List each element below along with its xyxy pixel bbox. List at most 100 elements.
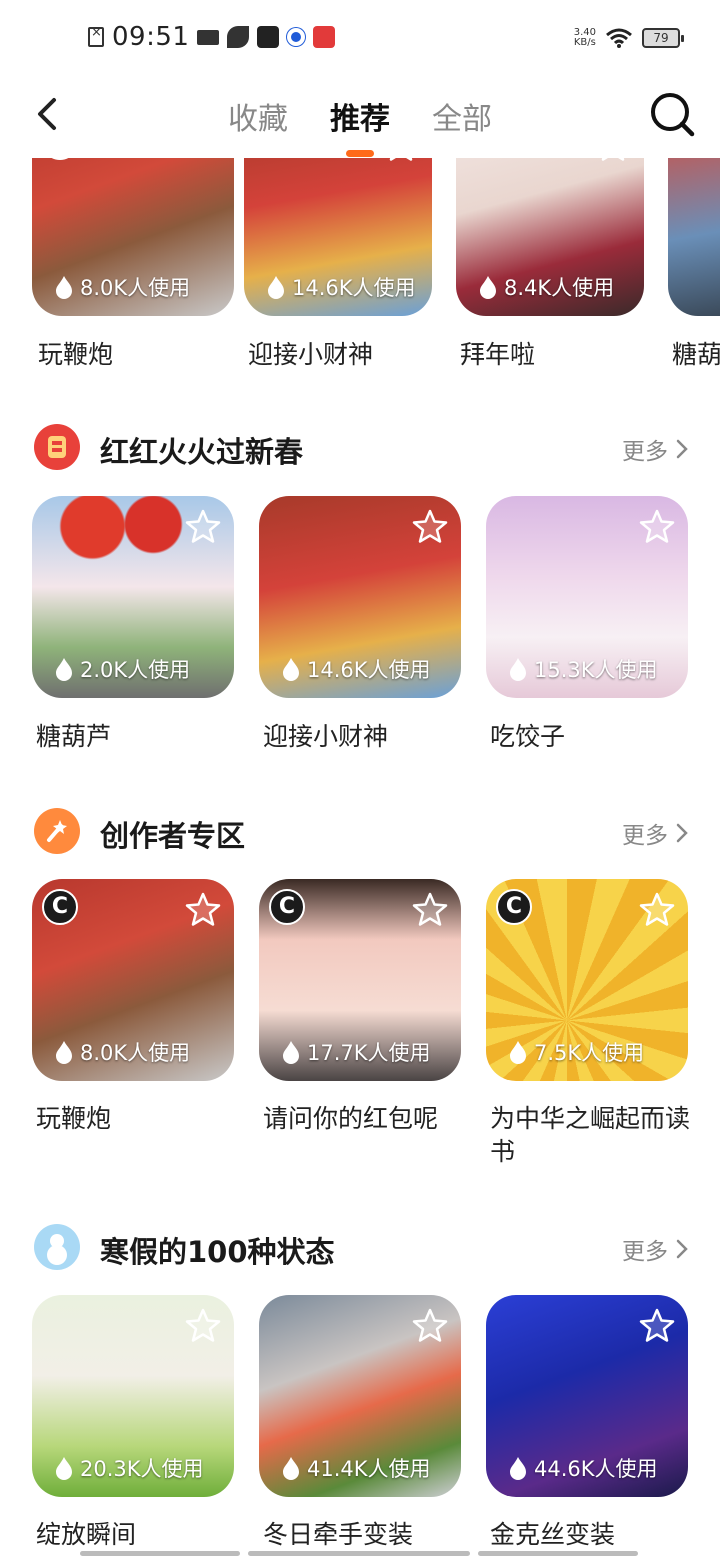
favorite-star-icon[interactable] — [411, 508, 449, 546]
favorite-star-icon[interactable] — [638, 891, 676, 929]
flame-icon — [283, 1041, 299, 1064]
section-title: 创作者专区 — [100, 819, 246, 853]
usage-text: 2.0K人使用 — [80, 658, 191, 682]
effect-card-thumb[interactable]: C 17.7K人使用 — [259, 879, 461, 1081]
effect-card-thumb[interactable]: C 7.5K人使用 — [486, 879, 688, 1081]
favorite-star-icon[interactable] — [184, 508, 222, 546]
creator-badge-icon: C — [269, 889, 305, 925]
effect-card-thumb[interactable]: 14.6K人使用 — [244, 158, 432, 316]
status-bar: 09:51 3.40 KB/s 79 — [0, 0, 720, 78]
effect-card-title[interactable]: 糖葫 — [672, 338, 720, 371]
more-link[interactable]: 更多 — [622, 432, 688, 466]
effect-card-thumb[interactable]: 15.3K人使用 — [486, 496, 688, 698]
usage-count: 20.3K人使用 — [54, 1453, 204, 1483]
favorite-star-icon[interactable] — [411, 1307, 449, 1345]
speed-unit: KB/s — [573, 37, 596, 48]
circle-app-icon — [287, 28, 306, 46]
flame-icon — [283, 658, 299, 681]
effect-card-thumb[interactable]: 14.6K人使用 — [259, 496, 461, 698]
favorite-star-icon[interactable] — [594, 158, 632, 164]
section-title: 寒假的100种状态 — [100, 1235, 335, 1269]
flame-icon — [480, 276, 496, 299]
usage-text: 8.4K人使用 — [504, 276, 615, 300]
file-icon — [88, 25, 104, 47]
usage-text: 15.3K人使用 — [534, 658, 658, 682]
usage-count: 41.4K人使用 — [281, 1453, 431, 1483]
flame-icon — [510, 658, 526, 681]
effect-card-thumb[interactable] — [668, 158, 720, 316]
flame-icon — [283, 1457, 299, 1480]
more-label: 更多 — [622, 1239, 668, 1265]
scroll-indicator — [478, 1551, 638, 1556]
usage-text: 17.7K人使用 — [307, 1041, 431, 1065]
favorite-star-icon[interactable] — [184, 1307, 222, 1345]
effect-card-title[interactable]: 绽放瞬间 — [36, 1518, 136, 1551]
active-tab-indicator — [346, 150, 374, 157]
effect-card-title[interactable]: 迎接小财神 — [248, 338, 373, 371]
flame-icon — [56, 1041, 72, 1064]
status-time: 09:51 — [112, 22, 190, 52]
red-app-icon — [313, 26, 336, 48]
search-icon[interactable] — [648, 90, 696, 138]
usage-count: 7.5K人使用 — [508, 1037, 644, 1067]
tab-recommended[interactable]: 推荐 — [330, 94, 390, 138]
section-title: 红红火火过新春 — [100, 435, 304, 469]
effect-card-thumb[interactable]: 20.3K人使用 — [32, 1295, 234, 1497]
favorite-star-icon[interactable] — [184, 891, 222, 929]
flame-icon — [56, 658, 72, 681]
effect-card-thumb[interactable]: C 8.0K人使用 — [32, 158, 234, 316]
more-label: 更多 — [622, 439, 668, 465]
effect-card-title[interactable]: 玩鞭炮 — [36, 1102, 111, 1135]
effect-card-title[interactable]: 金克丝变装 — [490, 1518, 615, 1551]
creator-badge-icon: C — [496, 889, 532, 925]
usage-text: 7.5K人使用 — [534, 1041, 645, 1065]
creator-icon — [34, 808, 80, 854]
effect-card-title[interactable]: 冬日牵手变装 — [263, 1518, 413, 1551]
top-nav: 收藏 推荐 全部 — [0, 80, 720, 158]
flame-icon — [56, 276, 72, 299]
more-link[interactable]: 更多 — [622, 1232, 688, 1266]
content-scroll[interactable]: C 8.0K人使用 玩鞭炮 14.6K人使用 迎接小财神 8.4K人使用 拜年啦… — [0, 158, 720, 1560]
usage-text: 8.0K人使用 — [80, 276, 191, 300]
favorite-star-icon[interactable] — [382, 158, 420, 164]
network-speed: 3.40 KB/s — [574, 28, 596, 48]
effect-card-thumb[interactable]: 41.4K人使用 — [259, 1295, 461, 1497]
usage-count: 14.6K人使用 — [266, 272, 416, 302]
scroll-indicator — [80, 1551, 240, 1556]
effect-card-thumb[interactable]: C 8.0K人使用 — [32, 879, 234, 1081]
effect-card-thumb[interactable]: 8.4K人使用 — [456, 158, 644, 316]
effect-card-title[interactable]: 玩鞭炮 — [38, 338, 113, 371]
flame-icon — [510, 1457, 526, 1480]
favorite-star-icon[interactable] — [638, 1307, 676, 1345]
effect-card-thumb[interactable]: 44.6K人使用 — [486, 1295, 688, 1497]
favorite-star-icon[interactable] — [411, 891, 449, 929]
tab-bar: 收藏 推荐 全部 — [0, 94, 720, 138]
festival-icon — [34, 424, 80, 470]
more-link[interactable]: 更多 — [622, 816, 688, 850]
tab-favorites[interactable]: 收藏 — [228, 94, 288, 138]
flame-icon — [56, 1457, 72, 1480]
effect-card-title[interactable]: 吃饺子 — [490, 720, 565, 753]
status-right: 3.40 KB/s 79 — [574, 28, 684, 48]
bag-icon — [257, 26, 280, 48]
snowman-icon — [34, 1224, 80, 1270]
usage-text: 20.3K人使用 — [80, 1457, 204, 1481]
usage-text: 44.6K人使用 — [534, 1457, 658, 1481]
status-left: 09:51 — [88, 22, 336, 52]
effect-card-title[interactable]: 为中华之崛起而读书 — [490, 1102, 690, 1168]
effect-card-thumb[interactable]: 2.0K人使用 — [32, 496, 234, 698]
usage-count: 15.3K人使用 — [508, 654, 658, 684]
usage-text: 8.0K人使用 — [80, 1041, 191, 1065]
effect-card-title[interactable]: 请问你的红包呢 — [263, 1102, 438, 1135]
tab-all[interactable]: 全部 — [432, 94, 492, 138]
flame-icon — [268, 276, 284, 299]
favorite-star-icon[interactable] — [638, 508, 676, 546]
wifi-icon — [606, 28, 632, 48]
usage-count: 8.4K人使用 — [478, 272, 614, 302]
flame-icon — [510, 1041, 526, 1064]
effect-card-title[interactable]: 迎接小财神 — [263, 720, 388, 753]
effect-card-title[interactable]: 糖葫芦 — [36, 720, 111, 753]
usage-count: 2.0K人使用 — [54, 654, 190, 684]
effect-card-title[interactable]: 拜年啦 — [460, 338, 535, 371]
more-label: 更多 — [622, 823, 668, 849]
